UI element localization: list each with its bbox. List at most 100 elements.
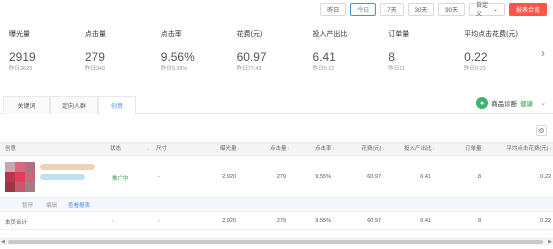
row-actions: 暂停 编辑 查看报表 xyxy=(0,198,553,212)
total-size: - xyxy=(158,218,160,224)
chevron-down-icon: ⌄ xyxy=(540,100,546,107)
col-impressions[interactable]: 曝光量↕ xyxy=(180,143,240,156)
chevron-down-icon: ⌄ xyxy=(492,6,498,13)
metric-value: 6.41 xyxy=(312,50,336,64)
cell-size: - xyxy=(158,174,160,180)
table-row: 推广中 - 2,920 279 9.55% 60.97 6.41 8 0.22 xyxy=(0,156,553,198)
metric-orders[interactable]: 订单量 8 昨日11 xyxy=(379,30,455,88)
total-label: 本页合计 xyxy=(5,220,28,226)
gear-icon[interactable]: ⚙ xyxy=(536,125,547,136)
metric-impressions[interactable]: 曝光量 2919 昨日3623 xyxy=(0,30,76,88)
scroll-left-icon[interactable]: ◀ xyxy=(1,239,5,245)
custom-date-dropdown[interactable]: 自定义 ⌄ xyxy=(468,2,505,18)
metric-previous: 昨日3623 xyxy=(9,66,33,72)
total-impressions: 2,920 xyxy=(222,218,236,224)
metric-name: 花费(元) xyxy=(236,31,263,38)
col-creative: 创意 xyxy=(5,146,17,152)
metric-value: 0.22 xyxy=(464,50,488,64)
col-roi-label: 投入产出比 xyxy=(403,146,432,152)
col-clicks[interactable]: 点击量↕ xyxy=(240,143,290,156)
horizontal-scrollbar[interactable]: ◀ ▶ xyxy=(0,238,553,245)
metric-previous: 昨日0.23 xyxy=(464,66,486,72)
tab-keyword[interactable]: 关键词 xyxy=(3,96,50,114)
7-days-button[interactable]: 7天 xyxy=(380,2,404,16)
col-impressions-label: 曝光量 xyxy=(219,146,237,152)
chevron-right-icon[interactable]: › xyxy=(537,44,549,62)
metric-previous: 昨日9.38% xyxy=(160,66,188,72)
metric-name: 点击率 xyxy=(160,31,182,38)
custom-date-label: 自定义 xyxy=(475,3,488,18)
30-days-button[interactable]: 30天 xyxy=(407,2,435,16)
scroll-right-icon[interactable]: ▶ xyxy=(548,239,552,245)
metric-roi[interactable]: 投入产出比 6.41 昨日5.12 xyxy=(303,30,379,88)
metric-avg-cpc[interactable]: 平均点击花费(元) 0.22 昨日0.23 xyxy=(455,30,531,88)
metric-value: 60.97 xyxy=(236,50,267,64)
col-orders-label: 订单量 xyxy=(464,146,482,152)
total-avg-cpc: 0.22 xyxy=(540,218,551,224)
cell-orders: 8 xyxy=(477,174,481,180)
cell-cost: 60.97 xyxy=(367,174,381,180)
col-cost[interactable]: 花费(元)↕ xyxy=(335,143,385,156)
total-clicks: 279 xyxy=(276,218,286,224)
col-ctr-label: 点击率 xyxy=(314,146,332,152)
col-roi[interactable]: 投入产出比↕ xyxy=(385,143,435,156)
filter-icon[interactable]: ⌄ xyxy=(146,143,150,156)
cell-avg-cpc: 0.22 xyxy=(540,174,551,180)
cell-roi: 6.41 xyxy=(420,174,431,180)
metric-value: 8 xyxy=(388,50,395,64)
diagnosis-status: 健康 xyxy=(520,101,534,108)
diagnosis-icon: ● xyxy=(476,97,489,109)
status-badge: 推广中 xyxy=(112,176,129,182)
tab-creative[interactable]: 创意 xyxy=(98,96,136,115)
tab-bar: 关键词 定向人群 创意 xyxy=(0,96,553,115)
metric-previous: 昨日11 xyxy=(388,66,406,72)
metric-name: 订单量 xyxy=(388,31,410,38)
metric-name: 曝光量 xyxy=(9,31,30,38)
metric-value: 9.56% xyxy=(160,50,195,64)
total-status: - xyxy=(112,218,114,224)
total-ctr: 9.55% xyxy=(315,218,331,224)
col-cost-label: 花费(元) xyxy=(361,146,382,152)
creative-subtitle-redacted xyxy=(40,174,85,180)
cell-impressions: 2,920 xyxy=(222,174,236,180)
metric-previous: 昨日5.12 xyxy=(312,66,335,72)
metric-previous: 昨日77.43 xyxy=(236,66,262,72)
product-diagnosis[interactable]: ● 商品诊断 健康 ⌄ xyxy=(476,96,546,110)
view-report-link[interactable]: 查看报表 xyxy=(68,201,90,209)
metric-clicks[interactable]: 点击量 279 昨日340 xyxy=(76,30,152,88)
90-days-button[interactable]: 90天 xyxy=(438,2,465,16)
metric-cost[interactable]: 花费(元) 60.97 昨日77.43 xyxy=(228,30,304,88)
col-clicks-label: 点击量 xyxy=(269,146,287,152)
table-total-row: 本页合计 - - 2,920 279 9.55% 60.97 6.41 8 0.… xyxy=(0,212,553,230)
report-overview-button[interactable]: 报表合览 xyxy=(508,2,547,16)
creative-title-redacted xyxy=(40,164,95,170)
metric-name: 平均点击花费(元) xyxy=(464,31,518,38)
cell-clicks: 279 xyxy=(276,174,286,180)
creative-table: 创意 状态 ⌄ 尺寸 曝光量↕ 点击量↕ 点击率↕ 花费(元)↕ 投入产出比↕ … xyxy=(0,142,553,230)
col-status[interactable]: 状态 ⌄ xyxy=(110,143,150,156)
today-button[interactable]: 今日 xyxy=(350,2,377,16)
creative-thumbnail[interactable] xyxy=(5,162,35,192)
edit-link[interactable]: 编辑 xyxy=(46,201,57,209)
metric-previous: 昨日340 xyxy=(84,66,106,72)
metric-name: 点击量 xyxy=(84,31,106,38)
metric-name: 投入产出比 xyxy=(312,31,348,38)
yesterday-button[interactable]: 昨日 xyxy=(320,2,347,16)
total-roi: 6.41 xyxy=(420,218,431,224)
col-status-label: 状态 xyxy=(110,146,122,152)
col-avg-cpc-label: 平均点击花费(元) xyxy=(506,146,549,152)
metrics-panel: 曝光量 2919 昨日3623 点击量 279 昨日340 点击率 9.56% … xyxy=(0,30,531,88)
metric-ctr[interactable]: 点击率 9.56% 昨日9.38% xyxy=(152,30,228,88)
diagnosis-label: 商品诊断 xyxy=(491,101,518,108)
total-orders: 8 xyxy=(477,218,481,224)
pause-link[interactable]: 暂停 xyxy=(22,201,33,209)
date-range-bar: 昨日 今日 7天 30天 90天 自定义 ⌄ 报表合览 xyxy=(320,2,547,18)
table-header: 创意 状态 ⌄ 尺寸 曝光量↕ 点击量↕ 点击率↕ 花费(元)↕ 投入产出比↕ … xyxy=(0,142,553,156)
col-orders[interactable]: 订单量↕ xyxy=(435,143,485,156)
scrollbar-thumb[interactable] xyxy=(8,240,543,244)
col-size: 尺寸 xyxy=(156,146,168,152)
tab-audience[interactable]: 定向人群 xyxy=(50,96,98,114)
col-ctr[interactable]: 点击率↕ xyxy=(290,143,335,156)
metric-value: 2919 xyxy=(9,50,36,64)
col-avg-cpc[interactable]: 平均点击花费(元)↕ xyxy=(485,143,552,156)
